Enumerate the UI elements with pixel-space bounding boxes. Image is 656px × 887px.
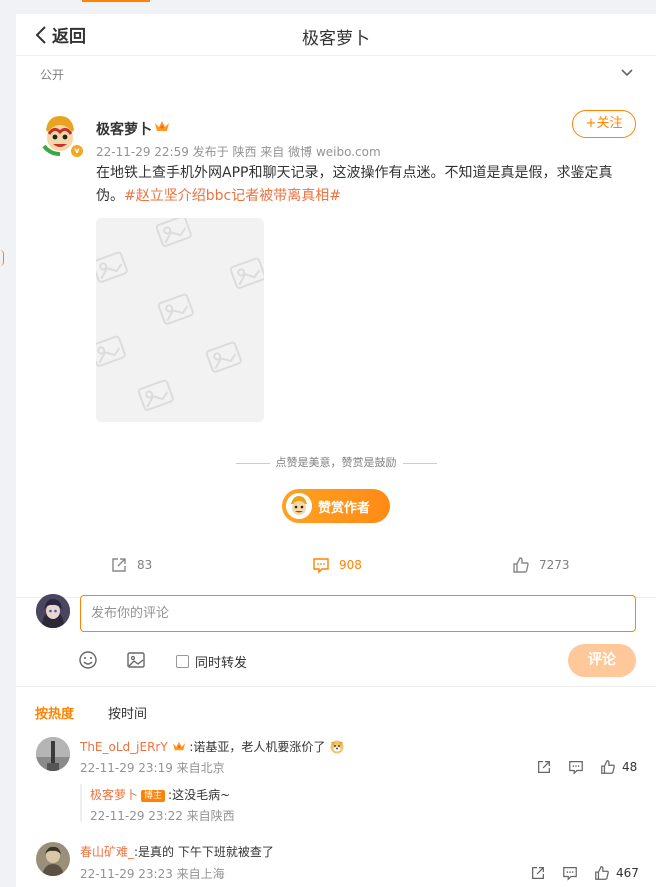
comment-button[interactable]: 908 xyxy=(312,556,362,574)
also-repost-label: 同时转发 xyxy=(195,656,248,671)
tab-sort-time[interactable]: 按时间 xyxy=(108,703,147,722)
reward-author-button[interactable]: 赞赏作者 xyxy=(282,489,390,523)
post-detail-panel: 返回 极客萝卜 公开 v 极客萝卜 +关注 22-11-29 22:59 发布于… xyxy=(16,14,656,887)
post-meta: 22-11-29 22:59 发布于 陕西 来自 微博 weibo.com xyxy=(96,145,381,159)
checkbox-box[interactable] xyxy=(176,655,189,668)
comment-icon[interactable] xyxy=(568,759,584,775)
like-icon[interactable] xyxy=(594,865,610,881)
chevron-down-icon[interactable] xyxy=(620,66,634,80)
comment-avatar[interactable] xyxy=(36,842,70,876)
hint-divider-left xyxy=(235,462,270,464)
page-title: 极客萝卜 xyxy=(302,29,370,49)
comment-avatar[interactable] xyxy=(36,737,70,771)
repost-count: 83 xyxy=(137,558,153,572)
comment-time: 22-11-29 23:19 来自北京 xyxy=(80,761,225,775)
crown-icon xyxy=(155,121,169,131)
page-header: 返回 极客萝卜 xyxy=(16,14,656,56)
author-badge: 博主 xyxy=(141,789,166,802)
comment-like-count: 467 xyxy=(616,866,639,880)
my-avatar[interactable] xyxy=(36,594,70,628)
comment-icon[interactable] xyxy=(562,865,578,881)
tab-sort-hot[interactable]: 按热度 xyxy=(35,703,74,722)
repost-icon[interactable] xyxy=(536,759,552,775)
reward-button-label: 赞赏作者 xyxy=(318,500,371,516)
comment-line: 春山矿难_:是真的 下午下班就被查了 xyxy=(80,843,274,860)
comment-user[interactable]: 春山矿难_ xyxy=(80,845,134,859)
reward-avatar xyxy=(286,493,312,519)
comment-actions: 467 xyxy=(530,865,639,881)
repost-icon xyxy=(112,558,126,572)
top-strip xyxy=(0,0,656,14)
post-text: 在地铁上查手机外网APP和聊天记录，这波操作有点迷。不知道是真是假，求鉴定真伪。… xyxy=(96,162,636,208)
like-icon xyxy=(513,557,529,573)
reply-time: 22-11-29 23:22 来自陕西 xyxy=(90,809,235,823)
reply-text: :这没毛病~ xyxy=(168,788,231,802)
reply-user[interactable]: 极客萝卜 xyxy=(90,788,138,802)
left-edge-marker xyxy=(0,250,4,266)
like-count: 7273 xyxy=(539,558,570,572)
comment-line: ThE_oLd_jERrY :诺基亚，老人机要涨价了 xyxy=(80,738,345,755)
comment-text: :是真的 下午下班就被查了 xyxy=(134,845,274,859)
comment-text: :诺基亚，老人机要涨价了 xyxy=(189,740,326,754)
picture-icon[interactable] xyxy=(126,650,146,670)
follow-button[interactable]: +关注 xyxy=(572,110,636,138)
reply-line: 极客萝卜 博主:这没毛病~ xyxy=(90,786,230,803)
top-accent-bar xyxy=(82,0,150,2)
also-repost-checkbox[interactable]: 同时转发 xyxy=(176,652,247,671)
submit-comment-button[interactable]: 评论 xyxy=(568,644,636,677)
emoji-icon[interactable] xyxy=(78,650,98,670)
hint-divider-right xyxy=(402,462,437,464)
section-divider xyxy=(16,686,656,687)
hashtag-link[interactable]: #赵立坚介绍bbc记者被带离真相# xyxy=(124,188,341,204)
comment-icon xyxy=(313,558,329,574)
comment-count: 908 xyxy=(339,558,362,572)
visibility-label: 公开 xyxy=(40,68,65,82)
like-button[interactable]: 7273 xyxy=(512,556,570,574)
comment-actions: 48 xyxy=(536,759,637,775)
reward-hint-text: 点赞是美意，赞赏是鼓励 xyxy=(275,456,397,469)
reward-hint: 点赞是美意，赞赏是鼓励 xyxy=(16,454,656,470)
crown-icon xyxy=(172,741,185,751)
like-icon[interactable] xyxy=(600,759,616,775)
post-image[interactable] xyxy=(96,218,264,422)
verified-icon: v xyxy=(70,144,84,158)
author-name[interactable]: 极客萝卜 xyxy=(96,119,152,139)
comment-like-count: 48 xyxy=(622,760,638,774)
doge-emoji-icon xyxy=(330,740,344,754)
repost-button[interactable]: 83 xyxy=(110,556,152,574)
post-actions: 83 908 7273 xyxy=(16,552,656,598)
image-placeholder-icon xyxy=(96,218,264,411)
repost-icon[interactable] xyxy=(530,865,546,881)
comment-user[interactable]: ThE_oLd_jERrY xyxy=(80,740,168,754)
comment-input[interactable] xyxy=(80,595,636,632)
comment-time: 22-11-29 23:23 来自上海 xyxy=(80,867,225,881)
